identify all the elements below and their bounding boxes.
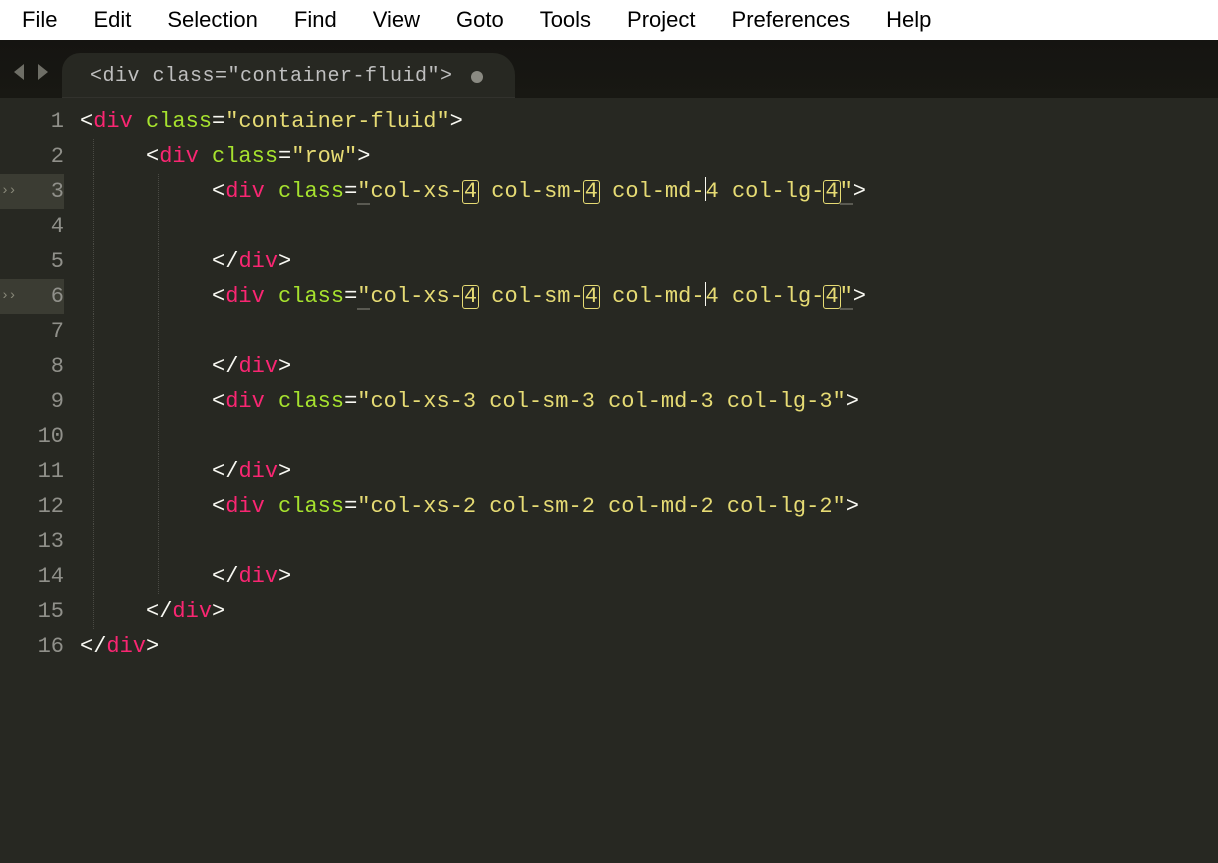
line-number: 12 bbox=[0, 489, 64, 524]
code-line[interactable]: <div class="col-xs-4 col-sm-4 col-md-4 c… bbox=[80, 174, 1218, 209]
line-number: 3 bbox=[0, 174, 64, 209]
menu-edit[interactable]: Edit bbox=[75, 1, 149, 39]
line-number: 14 bbox=[0, 559, 64, 594]
line-number: 6 bbox=[0, 279, 64, 314]
code-line[interactable] bbox=[80, 314, 1218, 349]
menu-help[interactable]: Help bbox=[868, 1, 949, 39]
code-line[interactable] bbox=[80, 524, 1218, 559]
code-line[interactable] bbox=[80, 419, 1218, 454]
line-number: 1 bbox=[0, 104, 64, 139]
code-line[interactable]: </div> bbox=[80, 559, 1218, 594]
menu-find[interactable]: Find bbox=[276, 1, 355, 39]
line-number: 13 bbox=[0, 524, 64, 559]
line-number: 15 bbox=[0, 594, 64, 629]
line-number: 2 bbox=[0, 139, 64, 174]
line-number: 8 bbox=[0, 349, 64, 384]
line-number: 10 bbox=[0, 419, 64, 454]
menu-selection[interactable]: Selection bbox=[149, 1, 276, 39]
menu-project[interactable]: Project bbox=[609, 1, 713, 39]
nav-arrows bbox=[12, 62, 50, 82]
dirty-indicator-icon bbox=[471, 71, 483, 83]
code-line[interactable]: </div> bbox=[80, 629, 1218, 664]
line-number: 9 bbox=[0, 384, 64, 419]
tab-active[interactable]: <div class="container-fluid"> bbox=[62, 53, 515, 98]
menu-bar: FileEditSelectionFindViewGotoToolsProjec… bbox=[0, 0, 1218, 40]
nav-back-icon[interactable] bbox=[12, 62, 28, 82]
code-line[interactable]: <div class="row"> bbox=[80, 139, 1218, 174]
code-line[interactable]: <div class="col-xs-4 col-sm-4 col-md-4 c… bbox=[80, 279, 1218, 314]
code-line[interactable]: </div> bbox=[80, 594, 1218, 629]
line-number: 11 bbox=[0, 454, 64, 489]
gutter: 12345678910111213141516 bbox=[0, 104, 80, 863]
line-number: 7 bbox=[0, 314, 64, 349]
code-line[interactable] bbox=[80, 209, 1218, 244]
code-line[interactable]: </div> bbox=[80, 349, 1218, 384]
line-number: 5 bbox=[0, 244, 64, 279]
menu-goto[interactable]: Goto bbox=[438, 1, 522, 39]
code-area[interactable]: <div class="container-fluid"> <div class… bbox=[80, 104, 1218, 863]
menu-tools[interactable]: Tools bbox=[522, 1, 609, 39]
code-line[interactable]: </div> bbox=[80, 244, 1218, 279]
line-number: 4 bbox=[0, 209, 64, 244]
menu-file[interactable]: File bbox=[4, 1, 75, 39]
code-line[interactable]: </div> bbox=[80, 454, 1218, 489]
code-line[interactable]: <div class="col-xs-3 col-sm-3 col-md-3 c… bbox=[80, 384, 1218, 419]
menu-preferences[interactable]: Preferences bbox=[714, 1, 869, 39]
menu-view[interactable]: View bbox=[355, 1, 438, 39]
editor[interactable]: 12345678910111213141516 <div class="cont… bbox=[0, 98, 1218, 863]
code-line[interactable]: <div class="col-xs-2 col-sm-2 col-md-2 c… bbox=[80, 489, 1218, 524]
tab-bar: <div class="container-fluid"> bbox=[0, 40, 1218, 98]
line-number: 16 bbox=[0, 629, 64, 664]
code-line[interactable]: <div class="container-fluid"> bbox=[80, 104, 1218, 139]
nav-forward-icon[interactable] bbox=[34, 62, 50, 82]
tab-title: <div class="container-fluid"> bbox=[90, 65, 453, 88]
